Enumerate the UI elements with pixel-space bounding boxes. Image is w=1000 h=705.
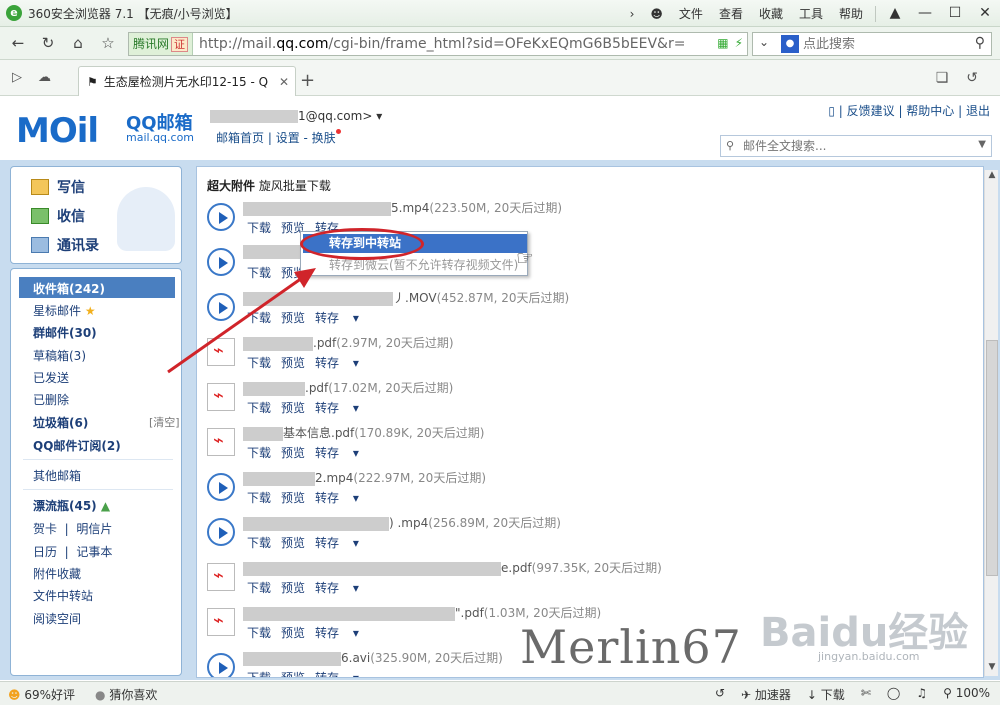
scroll-thumb[interactable] [986, 340, 998, 576]
zoom-control[interactable]: ⚲ 100% [943, 686, 990, 703]
arrow-line [167, 276, 303, 374]
extension-icon[interactable]: ↺ [715, 686, 725, 703]
download-button[interactable]: ↓ 下载 [807, 686, 845, 703]
status-right: ↺ ✈ 加速器 ↓ 下载 ✄ ◯ ♫ ⚲ 100% [715, 686, 990, 703]
volume-icon[interactable]: ♫ [916, 686, 927, 703]
screenshot-icon[interactable]: ✄ [861, 686, 871, 703]
vertical-scrollbar[interactable]: ▲ ▼ [984, 170, 998, 676]
globe-icon[interactable]: ◯ [887, 686, 900, 703]
dot-icon: ● [95, 688, 106, 702]
scroll-up-icon[interactable]: ▲ [985, 170, 999, 184]
arrow-head [294, 268, 316, 288]
watermark-baidu-url: jingyan.baidu.com [818, 650, 920, 663]
status-left: ☻ 69%好评 ● 猜你喜欢 [8, 686, 157, 703]
rating-button[interactable]: ☻ 69%好评 [8, 686, 75, 703]
guess-button[interactable]: ● 猜你喜欢 [95, 686, 157, 703]
smile-icon: ☻ [8, 688, 21, 702]
status-bar: ☻ 69%好评 ● 猜你喜欢 ↺ ✈ 加速器 ↓ 下载 ✄ ◯ ♫ ⚲ 100% [0, 681, 1000, 705]
watermark-signature: Merlin67 [520, 620, 742, 674]
scroll-down-icon[interactable]: ▼ [985, 662, 999, 676]
accelerator-button[interactable]: ✈ 加速器 [741, 686, 791, 703]
